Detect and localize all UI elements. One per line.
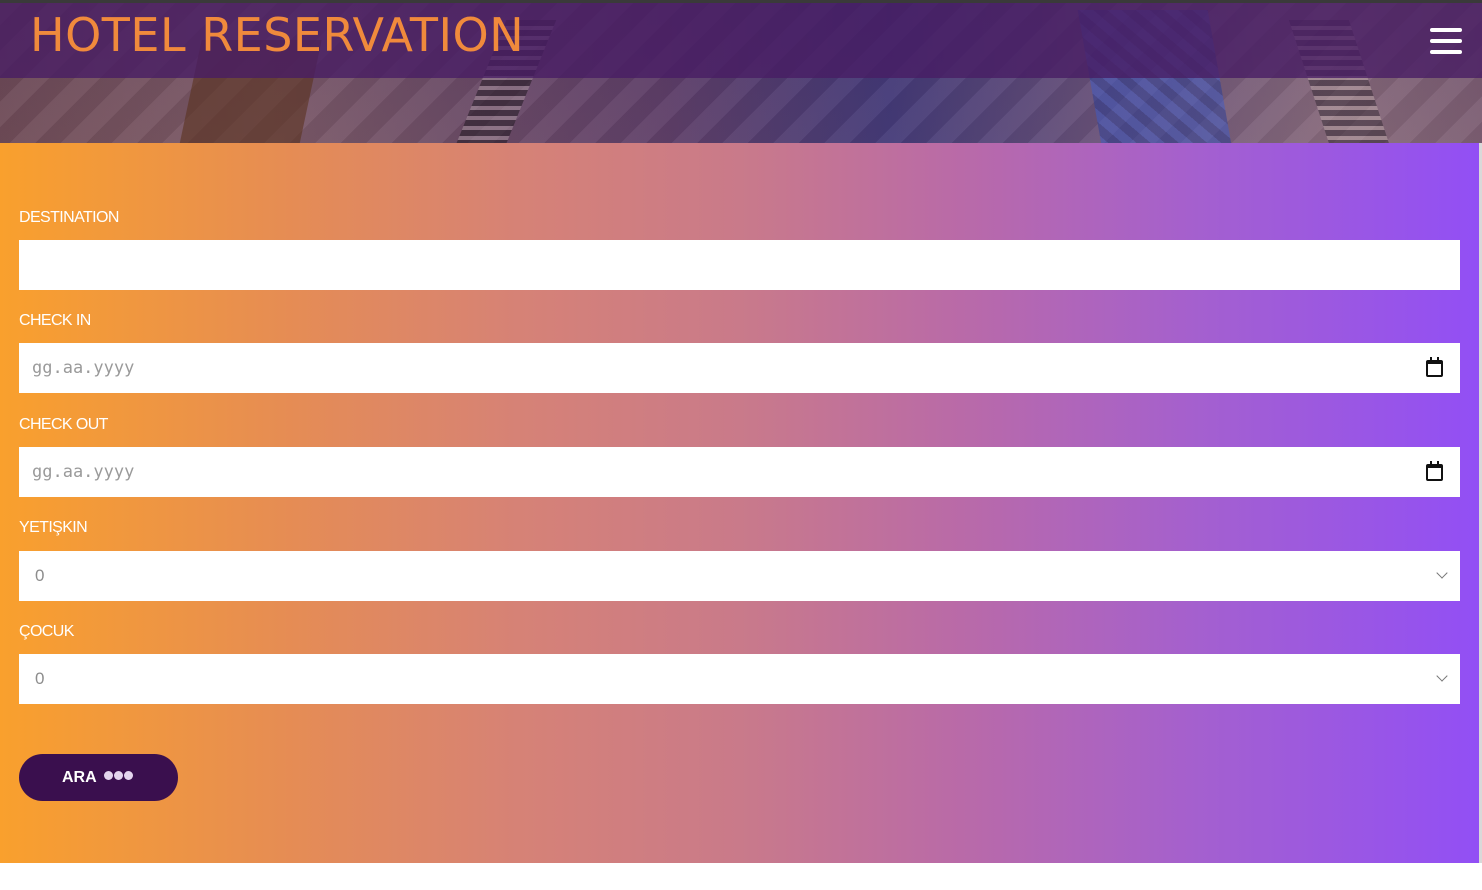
hamburger-bar bbox=[1430, 39, 1462, 43]
check-in-label: CHECK IN bbox=[19, 312, 91, 329]
check-out-placeholder: gg.aa.yyyy bbox=[32, 462, 135, 482]
children-label: ÇOCUK bbox=[19, 623, 74, 640]
destination-label: DESTINATION bbox=[19, 209, 119, 226]
chevron-down-icon bbox=[1436, 670, 1448, 682]
check-in-placeholder: gg.aa.yyyy bbox=[32, 358, 135, 378]
hero-banner: HOTEL RESERVATION bbox=[0, 0, 1482, 143]
children-selected-value: 0 bbox=[35, 669, 45, 688]
chevron-down-icon bbox=[1436, 567, 1448, 579]
calendar-icon[interactable] bbox=[1426, 461, 1443, 481]
hamburger-bar bbox=[1430, 50, 1462, 54]
check-out-label: CHECK OUT bbox=[19, 416, 108, 433]
calendar-icon[interactable] bbox=[1426, 357, 1443, 377]
children-select[interactable]: 0 bbox=[19, 654, 1460, 704]
three-dots-icon bbox=[104, 771, 134, 781]
dot bbox=[114, 771, 123, 780]
dot bbox=[104, 771, 113, 780]
brand-title[interactable]: HOTEL RESERVATION bbox=[30, 7, 524, 63]
search-button[interactable]: ARA bbox=[19, 754, 178, 801]
hamburger-menu-icon[interactable] bbox=[1430, 28, 1462, 54]
search-button-label: ARA bbox=[62, 769, 97, 786]
check-out-date-input[interactable]: gg.aa.yyyy bbox=[19, 447, 1460, 497]
adults-selected-value: 0 bbox=[35, 566, 45, 585]
adults-select[interactable]: 0 bbox=[19, 551, 1460, 601]
adults-label: YETIŞKIN bbox=[19, 519, 88, 536]
dot bbox=[124, 771, 133, 780]
hamburger-bar bbox=[1430, 28, 1462, 32]
destination-input[interactable] bbox=[19, 240, 1460, 290]
navbar: HOTEL RESERVATION bbox=[0, 3, 1482, 78]
check-in-date-input[interactable]: gg.aa.yyyy bbox=[19, 343, 1460, 393]
